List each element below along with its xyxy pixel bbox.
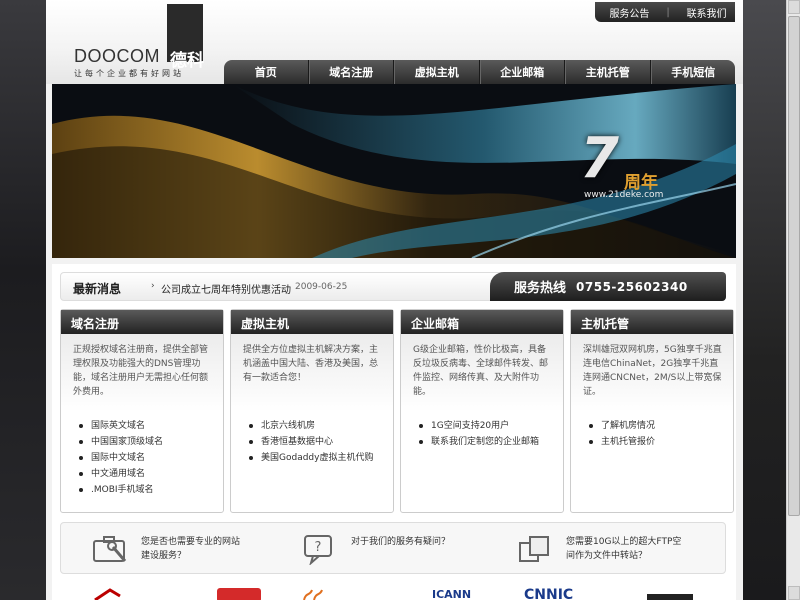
help-line-1: 您需要10G以上的超大FTP空 [566, 537, 682, 547]
service-hotline: 服务热线 0755-25602340 [490, 272, 726, 301]
scroll-thumb[interactable] [788, 16, 800, 516]
page-container: DOOCOM 德科 让每个企业都有好网站 服务公告 | 联系我们 首页 域名注册… [46, 0, 743, 600]
help-strip: 您是否也需要专业的网站 建设服务？ ? 对于我们的服务有疑问？ 您需要10G以上… [60, 522, 726, 574]
scroll-down-button[interactable] [788, 586, 800, 600]
nav-home[interactable]: 首页 [224, 60, 309, 84]
box-title[interactable]: 企业邮箱 [401, 310, 563, 334]
box-title[interactable]: 主机托管 [571, 310, 733, 334]
hotline-number: 0755-25602340 [576, 279, 688, 294]
main-content: 最新消息 › 公司成立七周年特别优惠活动 2009-06-25 服务热线 075… [52, 264, 736, 600]
scroll-up-button[interactable] [788, 0, 800, 14]
top-links-separator: | [666, 6, 670, 18]
partner-logo-cnnic[interactable]: CNNIC [522, 586, 592, 600]
logo-name-en[interactable]: DOOCOM [74, 46, 160, 67]
news-heading: 最新消息 [73, 282, 122, 296]
help-line-1: 您是否也需要专业的网站 [141, 537, 241, 547]
list-item[interactable]: 香港恒基数据中心 [249, 434, 393, 450]
box-description: G级企业邮箱，性价比极高，具备反垃圾反病毒、全球邮件转发、邮件监控、网络传真、及… [401, 334, 563, 412]
list-item[interactable]: 国际中文域名 [79, 450, 223, 466]
help-text: 您是否也需要专业的网站 建设服务？ [141, 533, 240, 563]
list-item[interactable]: 了解机房情况 [589, 418, 733, 434]
help-text: 对于我们的服务有疑问？ [351, 533, 450, 549]
help-line-2: 间作为文件中转站？ [566, 551, 648, 561]
list-item[interactable]: 中国国家顶级域名 [79, 434, 223, 450]
box-description: 深圳雄冠双网机房，5G独享千兆直连电信ChinaNet，2G独享千兆直连网通CN… [571, 334, 733, 412]
browser-scrollbar[interactable] [786, 0, 800, 600]
page-background-right [736, 0, 786, 600]
svg-text:CNNIC: CNNIC [524, 587, 573, 600]
folders-icon [519, 536, 549, 562]
toolbox-icon [93, 536, 127, 562]
nav-colocation[interactable]: 主机托管 [565, 60, 651, 84]
box-title[interactable]: 域名注册 [61, 310, 223, 334]
help-line-1: 对于我们的服务有疑问？ [351, 537, 451, 547]
service-box-domain: 域名注册 正规授权域名注册商，提供全部管理权限及功能强大的DNS管理功能，域名注… [60, 309, 224, 513]
banner-url: www.21deke.com [584, 190, 664, 200]
svg-text:?: ? [315, 540, 322, 555]
list-item[interactable]: 主机托管报价 [589, 434, 733, 450]
site-header: DOOCOM 德科 让每个企业都有好网站 服务公告 | 联系我们 首页 域名注册… [46, 0, 743, 84]
partner-logos: ICANN CNNIC [60, 582, 726, 600]
hotline-label: 服务热线 [514, 281, 567, 296]
help-text: 您需要10G以上的超大FTP空 间作为文件中转站？ [566, 533, 681, 563]
contact-us-link[interactable]: 联系我们 [687, 5, 727, 20]
question-bubble-icon: ? [304, 535, 332, 565]
help-web-design[interactable]: 您是否也需要专业的网站 建设服务？ [91, 533, 240, 565]
box-link-list: 1G空间支持20用户 联系我们定制您的企业邮箱 [401, 412, 563, 450]
page-background-left [0, 0, 48, 600]
box-title[interactable]: 虚拟主机 [231, 310, 393, 334]
list-item[interactable]: .MOBI手机域名 [79, 482, 223, 498]
news-arrow-icon: › [151, 281, 155, 291]
logo-tagline: 让每个企业都有好网站 [74, 69, 184, 78]
partner-logo-1[interactable] [90, 586, 130, 600]
nav-sms[interactable]: 手机短信 [650, 60, 736, 84]
list-item[interactable]: 1G空间支持20用户 [419, 418, 563, 434]
anniversary-number: 7 [580, 126, 619, 191]
partner-logo-3[interactable] [300, 586, 330, 600]
nav-domain[interactable]: 域名注册 [308, 60, 394, 84]
news-date: 2009-06-25 [295, 282, 348, 292]
box-description: 提供全方位虚拟主机解决方案，主机涵盖中国大陆、香港及美国，总有一款适合您！ [231, 334, 393, 412]
hero-banner[interactable]: 7 周年 www.21deke.com [52, 84, 736, 258]
list-item[interactable]: 中文通用域名 [79, 466, 223, 482]
partner-logo-6[interactable] [645, 586, 695, 600]
box-link-list: 国际英文域名 中国国家顶级域名 国际中文域名 中文通用域名 .MOBI手机域名 [61, 412, 223, 498]
nav-email[interactable]: 企业邮箱 [479, 60, 565, 84]
list-item[interactable]: 美国Godaddy虚拟主机代购 [249, 450, 393, 466]
help-questions[interactable]: ? 对于我们的服务有疑问？ [301, 533, 450, 565]
list-item[interactable]: 北京六线机房 [249, 418, 393, 434]
box-link-list: 北京六线机房 香港恒基数据中心 美国Godaddy虚拟主机代购 [231, 412, 393, 466]
help-line-2: 建设服务？ [141, 551, 187, 561]
nav-hosting[interactable]: 虚拟主机 [394, 60, 480, 84]
box-link-list: 了解机房情况 主机托管报价 [571, 412, 733, 450]
box-description: 正规授权域名注册商，提供全部管理权限及功能强大的DNS管理功能，域名注册用户无需… [61, 334, 223, 412]
service-box-email: 企业邮箱 G级企业邮箱，性价比极高，具备反垃圾反病毒、全球邮件转发、邮件监控、网… [400, 309, 564, 513]
svg-text:ICANN: ICANN [432, 588, 471, 600]
list-item[interactable]: 国际英文域名 [79, 418, 223, 434]
service-box-hosting: 虚拟主机 提供全方位虚拟主机解决方案，主机涵盖中国大陆、香港及美国，总有一款适合… [230, 309, 394, 513]
service-box-colocation: 主机托管 深圳雄冠双网机房，5G独享千兆直连电信ChinaNet，2G独享千兆直… [570, 309, 734, 513]
list-item[interactable]: 联系我们定制您的企业邮箱 [419, 434, 563, 450]
news-bar: 最新消息 › 公司成立七周年特别优惠活动 2009-06-25 服务热线 075… [60, 272, 726, 301]
help-ftp[interactable]: 您需要10G以上的超大FTP空 间作为文件中转站？ [516, 533, 681, 565]
partner-logo-2[interactable] [215, 586, 263, 600]
service-announcement-link[interactable]: 服务公告 [609, 5, 649, 20]
main-nav: 首页 域名注册 虚拟主机 企业邮箱 主机托管 手机短信 [224, 60, 735, 84]
top-links-bar: 服务公告 | 联系我们 [595, 2, 735, 22]
news-item-link[interactable]: 公司成立七周年特别优惠活动 [161, 281, 291, 296]
partner-logo-icann[interactable]: ICANN [430, 586, 500, 600]
